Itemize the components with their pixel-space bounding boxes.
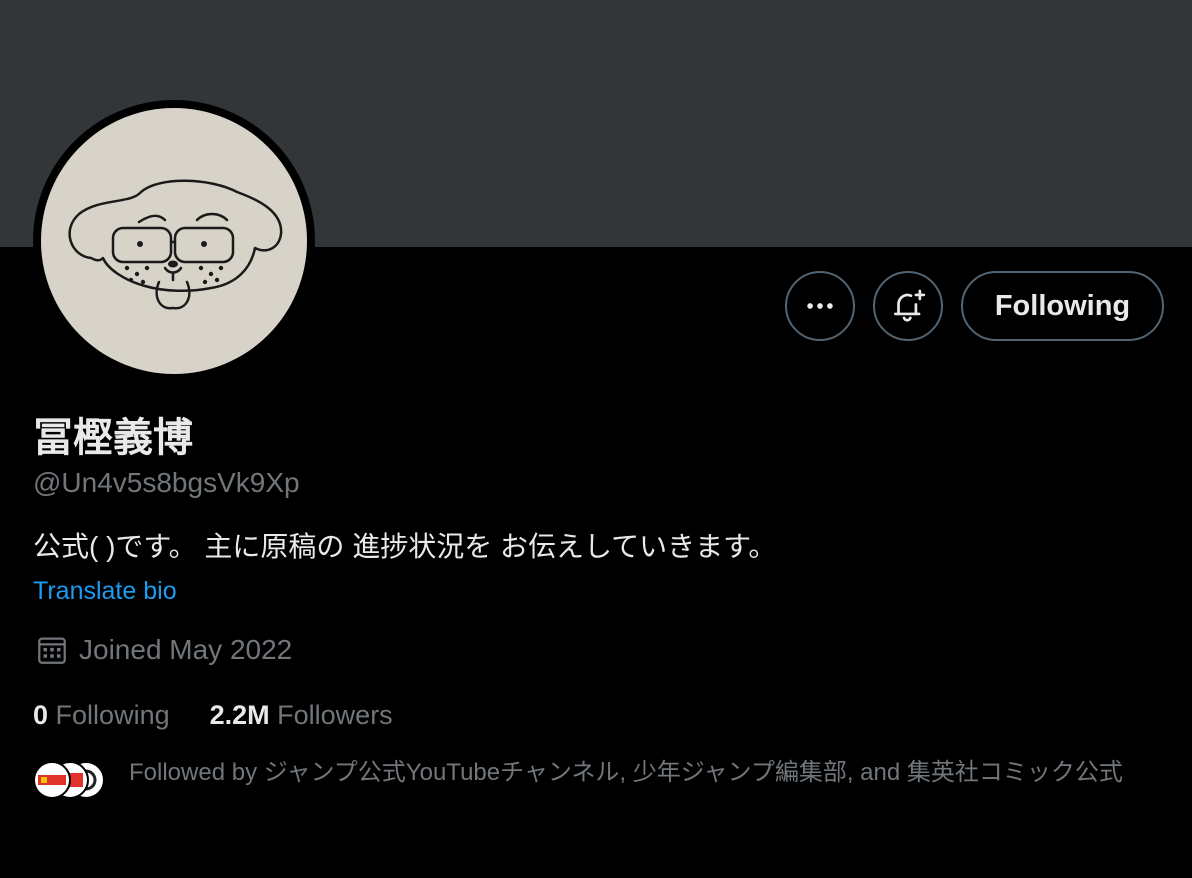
followed-by-text: Followed by ジャンプ公式YouTubeチャンネル, 少年ジャンプ編集… bbox=[129, 759, 1123, 786]
calendar-icon bbox=[38, 637, 66, 664]
avatar-image bbox=[41, 108, 307, 374]
profile-avatar[interactable] bbox=[33, 100, 315, 382]
following-button[interactable]: Following bbox=[961, 271, 1164, 341]
notifications-button[interactable] bbox=[873, 271, 943, 341]
profile-bio: 公式( )です。 主に原稿の 進捗状況を お伝えしていきます。 bbox=[33, 531, 777, 562]
more-button[interactable] bbox=[785, 271, 855, 341]
following-count: 0 bbox=[33, 700, 49, 730]
profile-handle: @Un4v5s8bgsVk9Xp bbox=[33, 467, 300, 498]
dog-drawing-icon bbox=[68, 179, 283, 310]
bell-plus-icon bbox=[893, 289, 926, 322]
followers-count-link[interactable]: 2.2M Followers bbox=[210, 697, 393, 733]
follower-avatar-1 bbox=[33, 761, 71, 799]
more-horizontal-icon bbox=[807, 303, 833, 309]
joined-date: Joined May 2022 bbox=[35, 632, 292, 668]
following-label: Following bbox=[55, 700, 170, 730]
followers-label: Followers bbox=[277, 700, 393, 730]
joined-label: Joined May 2022 bbox=[79, 634, 293, 665]
translate-bio-link[interactable]: Translate bio bbox=[33, 575, 177, 607]
follow-counts: 0 Following 2.2M Followers bbox=[33, 697, 393, 733]
followers-count: 2.2M bbox=[209, 700, 270, 730]
profile-name: 冨樫義博 bbox=[33, 416, 193, 460]
followed-by-avatars bbox=[33, 761, 105, 801]
following-count-link[interactable]: 0 Following bbox=[33, 697, 170, 733]
